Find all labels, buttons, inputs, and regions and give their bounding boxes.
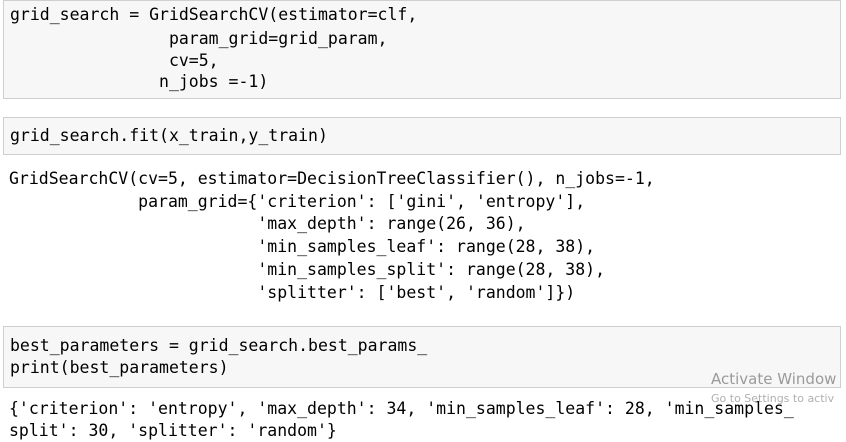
output-line: 'min_samples_split': range(28, 38), (9, 260, 606, 279)
output-line: 'splitter': ['best', 'random']}) (9, 283, 576, 302)
output-line: {'criterion': 'entropy', 'max_depth': 34… (9, 399, 794, 418)
output-line: 'min_samples_leaf': range(28, 38), (9, 237, 596, 256)
code-line: grid_search = GridSearchCV(estimator=clf… (10, 5, 418, 24)
code-line: print(best_parameters) (10, 358, 229, 377)
code-cell-1[interactable]: grid_search = GridSearchCV(estimator=clf… (3, 0, 841, 99)
output-line: 'max_depth': range(26, 36), (9, 214, 526, 233)
code-cell-2[interactable]: grid_search.fit(x_train,y_train) (3, 117, 841, 155)
activation-watermark-subtitle: Go to Settings to activ (711, 392, 835, 405)
output-line: param_grid={'criterion': ['gini', 'entro… (9, 192, 586, 211)
output-line: split': 30, 'splitter': 'random'} (9, 421, 337, 440)
code-line: best_parameters = grid_search.best_param… (10, 336, 428, 355)
code-line: param_grid=grid_param, (10, 29, 388, 48)
code-line: n_jobs =-1) (10, 72, 269, 91)
activation-watermark-title: Activate Window (711, 370, 837, 388)
code-line: cv=5, (10, 51, 219, 70)
code-line: grid_search.fit(x_train,y_train) (10, 126, 328, 145)
output-line: GridSearchCV(cv=5, estimator=DecisionTre… (9, 169, 655, 188)
